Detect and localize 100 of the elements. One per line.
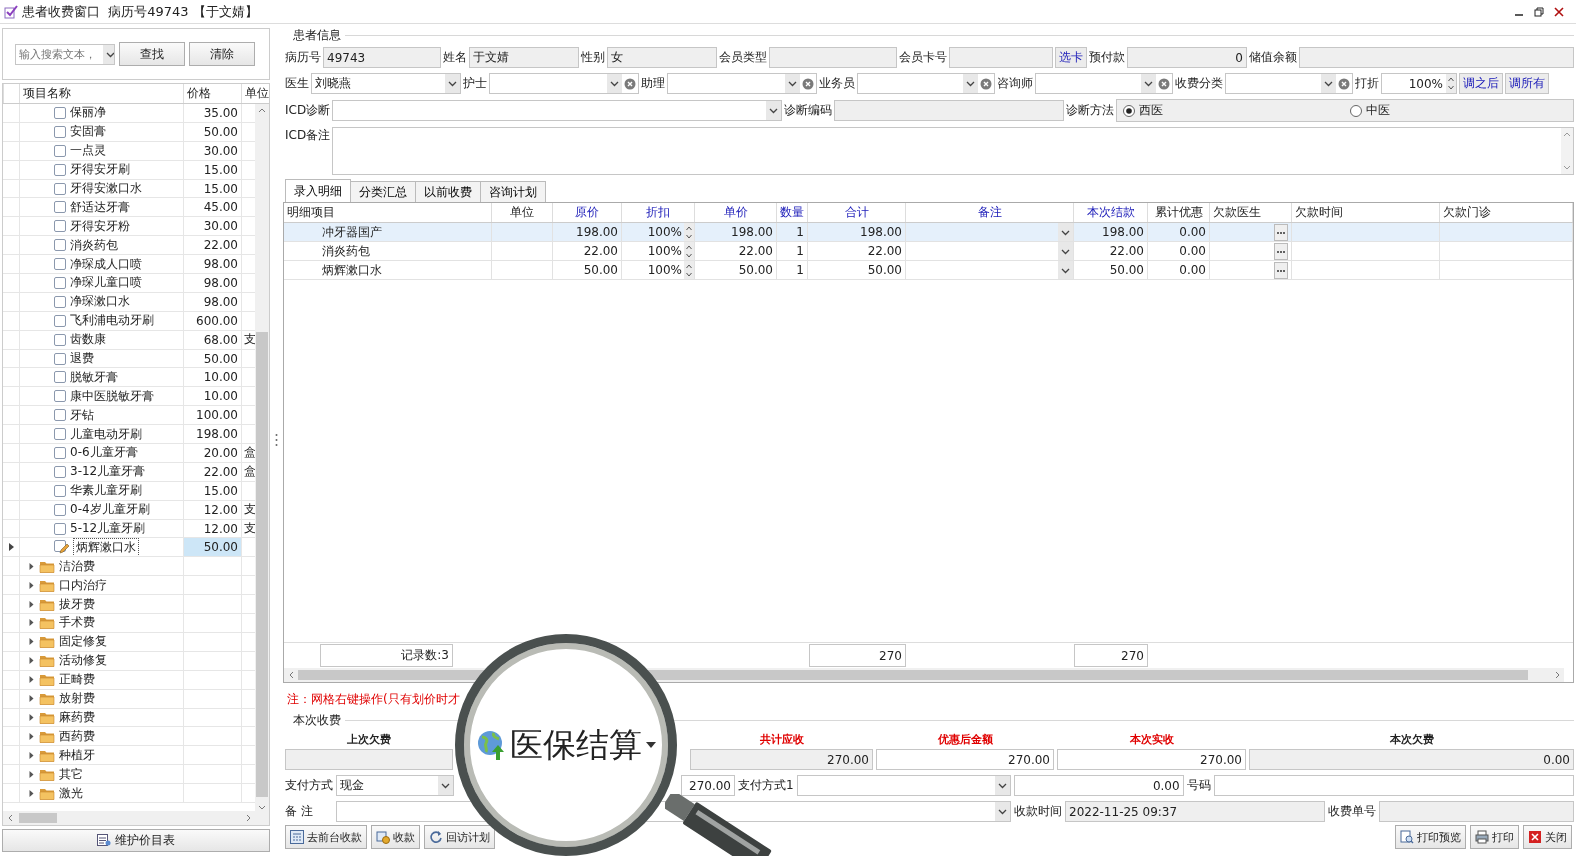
item-name[interactable]: 0-6儿童牙膏 bbox=[70, 444, 138, 462]
dropdown-field[interactable] bbox=[489, 73, 639, 94]
checkbox-icon[interactable] bbox=[54, 446, 66, 459]
checkbox-icon[interactable] bbox=[54, 522, 66, 535]
checkbox-icon[interactable] bbox=[54, 258, 66, 271]
item-name[interactable]: 舒适达牙膏 bbox=[70, 198, 130, 216]
table-row[interactable]: 消炎药包 22.00 100% 22.00 1 22.00 22.00 0.00 bbox=[284, 242, 1573, 261]
checkbox-icon[interactable] bbox=[54, 220, 66, 233]
checkbox-icon[interactable] bbox=[54, 409, 66, 422]
text-field[interactable] bbox=[949, 47, 1053, 68]
expand-arrow-icon[interactable] bbox=[28, 637, 35, 647]
item-name[interactable]: 安固膏 bbox=[70, 123, 106, 141]
item-name[interactable]: 退费 bbox=[70, 350, 94, 367]
expand-arrow-icon[interactable] bbox=[28, 656, 35, 666]
chevron-down-icon[interactable] bbox=[963, 74, 978, 93]
text-field[interactable]: 于文婧 bbox=[469, 47, 579, 68]
item-name[interactable]: 牙得安漱口水 bbox=[70, 180, 142, 197]
chevron-down-icon[interactable] bbox=[994, 776, 1010, 795]
item-name[interactable]: 儿童电动牙刷 bbox=[70, 425, 142, 443]
item-name[interactable]: 脱敏牙膏 bbox=[70, 368, 118, 386]
radio-option[interactable]: 西医 bbox=[1120, 102, 1347, 119]
ellipsis-button-icon[interactable] bbox=[1274, 261, 1288, 279]
item-name[interactable]: 3-12儿童牙膏 bbox=[70, 463, 146, 481]
category-name[interactable]: 拔牙费 bbox=[59, 595, 95, 613]
adjust-button[interactable]: 调之后 bbox=[1459, 73, 1503, 94]
chevron-down-icon[interactable] bbox=[445, 74, 460, 93]
text-field[interactable] bbox=[1213, 775, 1574, 796]
dropdown-field[interactable] bbox=[667, 73, 817, 94]
item-name[interactable]: 保丽净 bbox=[70, 104, 106, 122]
item-name[interactable]: 牙钻 bbox=[70, 406, 94, 424]
chevron-down-icon[interactable] bbox=[438, 776, 453, 795]
expand-arrow-icon[interactable] bbox=[28, 788, 35, 798]
expand-arrow-icon[interactable] bbox=[28, 712, 35, 722]
adjust-button[interactable]: 调所有 bbox=[1505, 73, 1549, 94]
tab[interactable]: 以前收费 bbox=[415, 181, 481, 202]
category-name[interactable]: 洁治费 bbox=[59, 557, 95, 575]
dropdown-field[interactable] bbox=[1035, 73, 1173, 94]
radio-icon[interactable] bbox=[1123, 104, 1136, 117]
checkbox-icon[interactable] bbox=[54, 428, 66, 441]
checkbox-icon[interactable] bbox=[54, 333, 66, 346]
spin-arrows-icon[interactable] bbox=[1446, 74, 1456, 93]
category-name[interactable]: 固定修复 bbox=[59, 633, 107, 651]
dropdown-field[interactable] bbox=[332, 100, 783, 121]
dropdown-field[interactable]: 现金 bbox=[336, 775, 454, 796]
checkbox-icon[interactable] bbox=[54, 201, 66, 214]
number-field[interactable]: 270.00 bbox=[876, 749, 1054, 770]
category-name[interactable]: 其它 bbox=[59, 765, 83, 783]
clear-icon[interactable] bbox=[802, 77, 814, 90]
item-name[interactable]: 5-12儿童牙刷 bbox=[70, 520, 146, 538]
text-field[interactable] bbox=[834, 100, 1065, 121]
radio-icon[interactable] bbox=[1349, 104, 1362, 117]
number-field[interactable] bbox=[285, 749, 453, 770]
expand-arrow-icon[interactable] bbox=[28, 561, 35, 571]
category-name[interactable]: 活动修复 bbox=[59, 652, 107, 670]
category-name[interactable]: 西药费 bbox=[59, 727, 95, 745]
number-field[interactable]: 270.00 bbox=[681, 775, 735, 796]
expand-arrow-icon[interactable] bbox=[28, 599, 35, 609]
item-name[interactable]: 飞利浦电动牙刷 bbox=[70, 312, 154, 330]
checkbox-icon[interactable] bbox=[54, 314, 66, 327]
category-name[interactable]: 麻药费 bbox=[59, 708, 95, 726]
item-name[interactable]: 净琛漱口水 bbox=[70, 293, 130, 311]
item-name[interactable]: 康中医脱敏牙膏 bbox=[70, 387, 154, 405]
chevron-down-icon[interactable] bbox=[785, 74, 800, 93]
clear-icon[interactable] bbox=[624, 77, 636, 90]
expand-arrow-icon[interactable] bbox=[28, 731, 35, 741]
checkbox-icon[interactable] bbox=[54, 276, 66, 289]
search-field[interactable]: 输入搜索文本， bbox=[15, 43, 115, 65]
checkbox-icon[interactable] bbox=[54, 295, 66, 308]
chevron-down-icon[interactable] bbox=[1321, 74, 1336, 93]
item-name[interactable]: 炳辉漱口水 bbox=[74, 538, 138, 556]
item-name[interactable]: 牙得安牙刷 bbox=[70, 161, 130, 179]
item-name[interactable]: 消炎药包 bbox=[70, 236, 118, 254]
text-field[interactable] bbox=[1299, 47, 1574, 68]
follow-up-plan-button[interactable]: 回访计划 bbox=[424, 825, 495, 849]
clear-button[interactable]: 清除 bbox=[189, 42, 255, 66]
chevron-down-icon[interactable] bbox=[766, 101, 782, 120]
category-name[interactable]: 放射费 bbox=[59, 690, 95, 708]
checkbox-icon[interactable] bbox=[54, 484, 66, 497]
dropdown-field[interactable] bbox=[857, 73, 995, 94]
radio-option[interactable]: 中医 bbox=[1346, 102, 1573, 119]
front-desk-charge-button[interactable]: 去前台收款 bbox=[285, 825, 367, 849]
checkbox-icon[interactable] bbox=[54, 144, 66, 157]
print-preview-button[interactable]: 打印预览 bbox=[1395, 825, 1466, 849]
chevron-down-icon[interactable] bbox=[103, 44, 114, 64]
ellipsis-button-icon[interactable] bbox=[1274, 242, 1288, 260]
number-field[interactable]: 0 bbox=[1127, 47, 1247, 68]
close-button[interactable]: 关闭 bbox=[1523, 825, 1572, 849]
dropdown-field[interactable]: 刘晓燕 bbox=[311, 73, 461, 94]
item-name[interactable]: 华素儿童牙刷 bbox=[70, 482, 142, 500]
item-name[interactable]: 0-4岁儿童牙刷 bbox=[70, 501, 150, 519]
text-field[interactable]: 女 bbox=[607, 47, 717, 68]
text-field[interactable] bbox=[769, 47, 897, 68]
search-button[interactable]: 查找 bbox=[119, 42, 185, 66]
expand-arrow-icon[interactable] bbox=[28, 694, 35, 704]
table-row[interactable]: 炳辉漱口水 50.00 100% 50.00 1 50.00 50.00 0.00 bbox=[284, 261, 1573, 280]
checkbox-icon[interactable] bbox=[54, 352, 66, 365]
checkbox-icon[interactable] bbox=[54, 390, 66, 403]
item-name[interactable]: 一点灵 bbox=[70, 142, 106, 160]
expand-arrow-icon[interactable] bbox=[28, 618, 35, 628]
number-field[interactable]: 0.00 bbox=[1013, 775, 1184, 796]
